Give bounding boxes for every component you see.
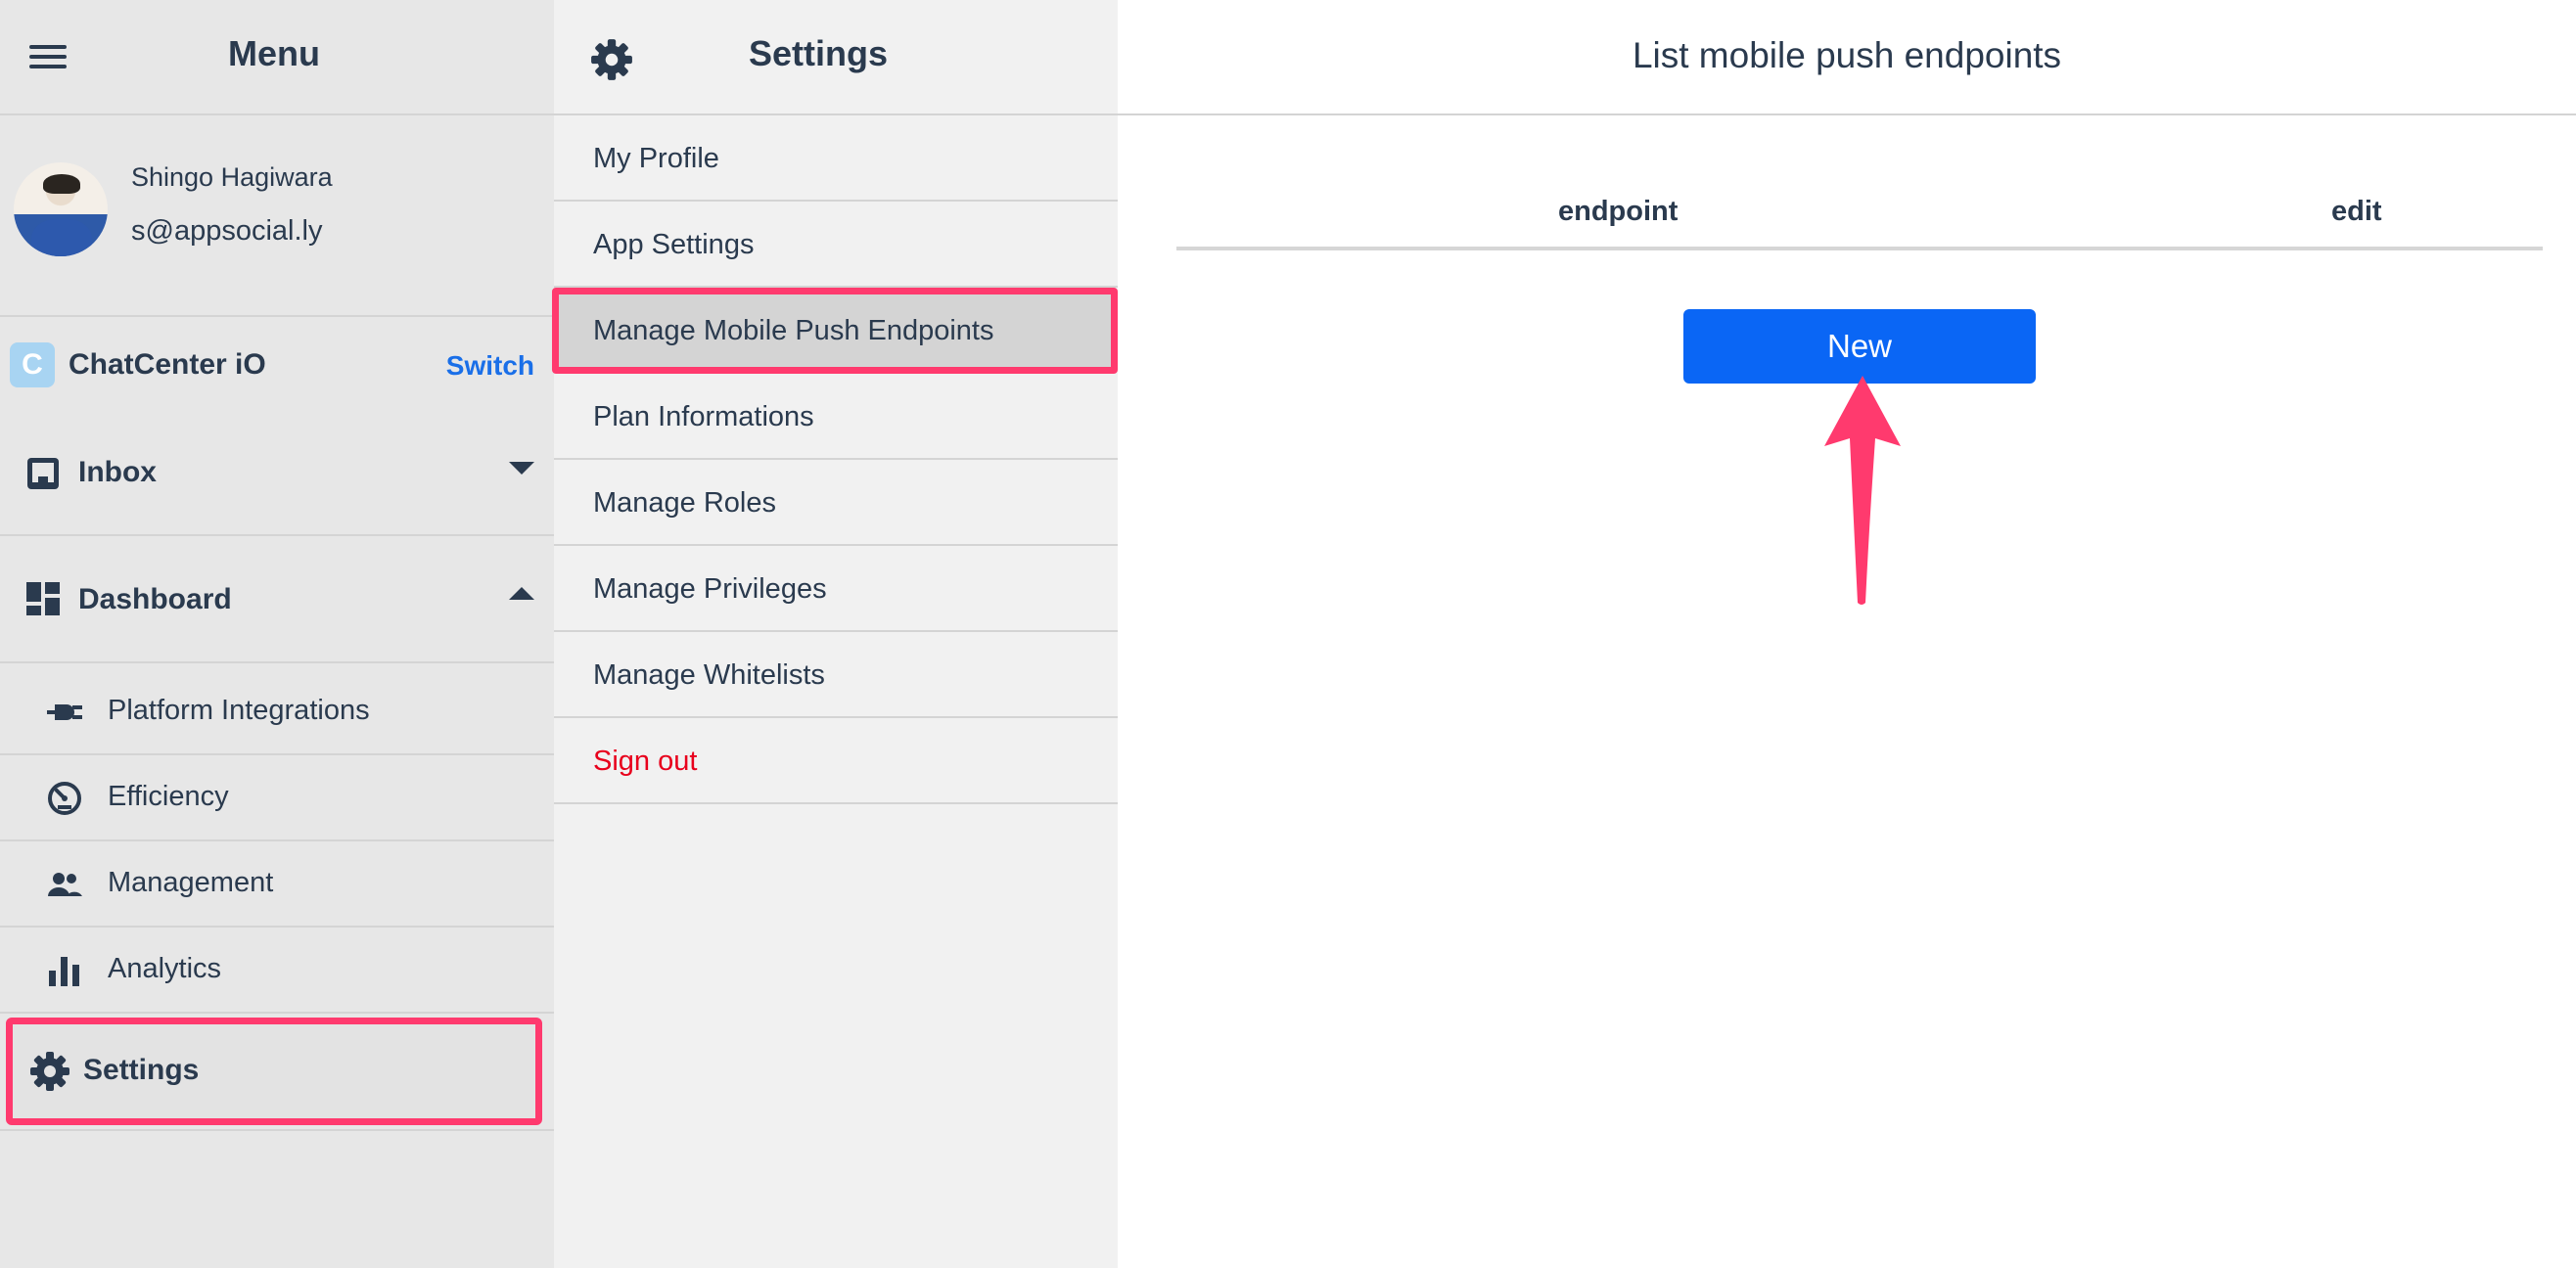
settings-item-label: Manage Mobile Push Endpoints (593, 315, 994, 346)
settings-list: My Profile App Settings Manage Mobile Pu… (552, 115, 1118, 804)
new-endpoint-button[interactable]: New (1683, 309, 2036, 384)
settings-title: Settings (748, 33, 888, 73)
menu-header: Menu (0, 0, 554, 115)
nav-group-inbox[interactable]: Inbox (0, 411, 554, 536)
settings-item-label: Plan Informations (593, 401, 814, 432)
switch-org-link[interactable]: Switch (446, 350, 534, 382)
nav-label-inbox: Inbox (78, 456, 157, 488)
gear-icon (591, 39, 632, 80)
sign-out-link[interactable]: Sign out (554, 718, 1118, 804)
endpoints-table-header: endpoint edit (1176, 192, 2543, 250)
settings-item-label: Sign out (593, 746, 698, 777)
dashboard-icon (26, 582, 60, 615)
hamburger-menu-icon[interactable] (29, 43, 69, 70)
main-content: List mobile push endpoints endpoint edit… (1118, 0, 2576, 1268)
speedometer-icon (48, 782, 81, 815)
chevron-down-icon (509, 462, 534, 475)
sidebar-item-platform-integrations[interactable]: Platform Integrations (0, 669, 554, 755)
main-header: List mobile push endpoints (1118, 0, 2576, 115)
settings-item-app-settings[interactable]: App Settings (554, 202, 1118, 288)
divider (0, 1129, 554, 1131)
sidebar-label: Settings (83, 1054, 200, 1086)
gear-icon (30, 1052, 69, 1091)
sidebar-item-management[interactable]: Management (0, 841, 554, 928)
settings-item-manage-mobile-push-endpoints[interactable]: Manage Mobile Push Endpoints (552, 288, 1118, 374)
settings-item-plan-informations[interactable]: Plan Informations (554, 374, 1118, 460)
sidebar-label: Analytics (108, 953, 222, 984)
settings-item-my-profile[interactable]: My Profile (554, 115, 1118, 202)
sidebar-label: Platform Integrations (108, 695, 370, 726)
avatar (14, 162, 108, 256)
sidebar-label: Management (108, 867, 274, 898)
chevron-up-icon (509, 587, 534, 600)
settings-item-manage-roles[interactable]: Manage Roles (554, 460, 1118, 546)
inbox-icon (27, 458, 59, 489)
settings-header: Settings (554, 0, 1118, 115)
user-email: s@appsocial.ly (131, 215, 323, 247)
settings-item-label: Manage Privileges (593, 573, 827, 605)
sidebar-label: Efficiency (108, 781, 229, 812)
menu-title: Menu (228, 33, 320, 73)
column-header-edit: edit (2331, 196, 2382, 227)
settings-item-label: Manage Roles (593, 487, 776, 519)
bar-chart-icon (49, 957, 79, 986)
org-name: ChatCenter iO (69, 348, 266, 381)
main-menu-sidebar: Menu Shingo Hagiwara s@appsocial.ly C Ch… (0, 0, 554, 1268)
settings-item-label: My Profile (593, 143, 719, 174)
org-logo-icon: C (10, 342, 55, 387)
annotation-arrow-icon (1824, 376, 1901, 605)
nav-label-dashboard: Dashboard (78, 583, 232, 615)
user-name: Shingo Hagiwara (131, 162, 333, 192)
settings-item-manage-privileges[interactable]: Manage Privileges (554, 546, 1118, 632)
settings-item-label: App Settings (593, 229, 755, 260)
nav-group-dashboard[interactable]: Dashboard (0, 538, 554, 663)
app-window: Menu Shingo Hagiwara s@appsocial.ly C Ch… (0, 0, 2576, 1268)
settings-item-label: Manage Whitelists (593, 659, 825, 691)
column-header-endpoint: endpoint (1558, 196, 1679, 227)
sidebar-item-settings[interactable]: Settings (6, 1018, 542, 1125)
sidebar-item-efficiency[interactable]: Efficiency (0, 755, 554, 841)
user-profile[interactable]: Shingo Hagiwara s@appsocial.ly (0, 117, 554, 317)
settings-item-manage-whitelists[interactable]: Manage Whitelists (554, 632, 1118, 718)
settings-panel: Settings My Profile App Settings Manage … (552, 0, 1118, 1268)
sidebar-item-analytics[interactable]: Analytics (0, 928, 554, 1014)
org-row: C ChatCenter iO Switch (0, 339, 554, 393)
people-icon (48, 873, 82, 896)
plug-icon (47, 704, 82, 720)
page-title: List mobile push endpoints (1632, 35, 2062, 75)
